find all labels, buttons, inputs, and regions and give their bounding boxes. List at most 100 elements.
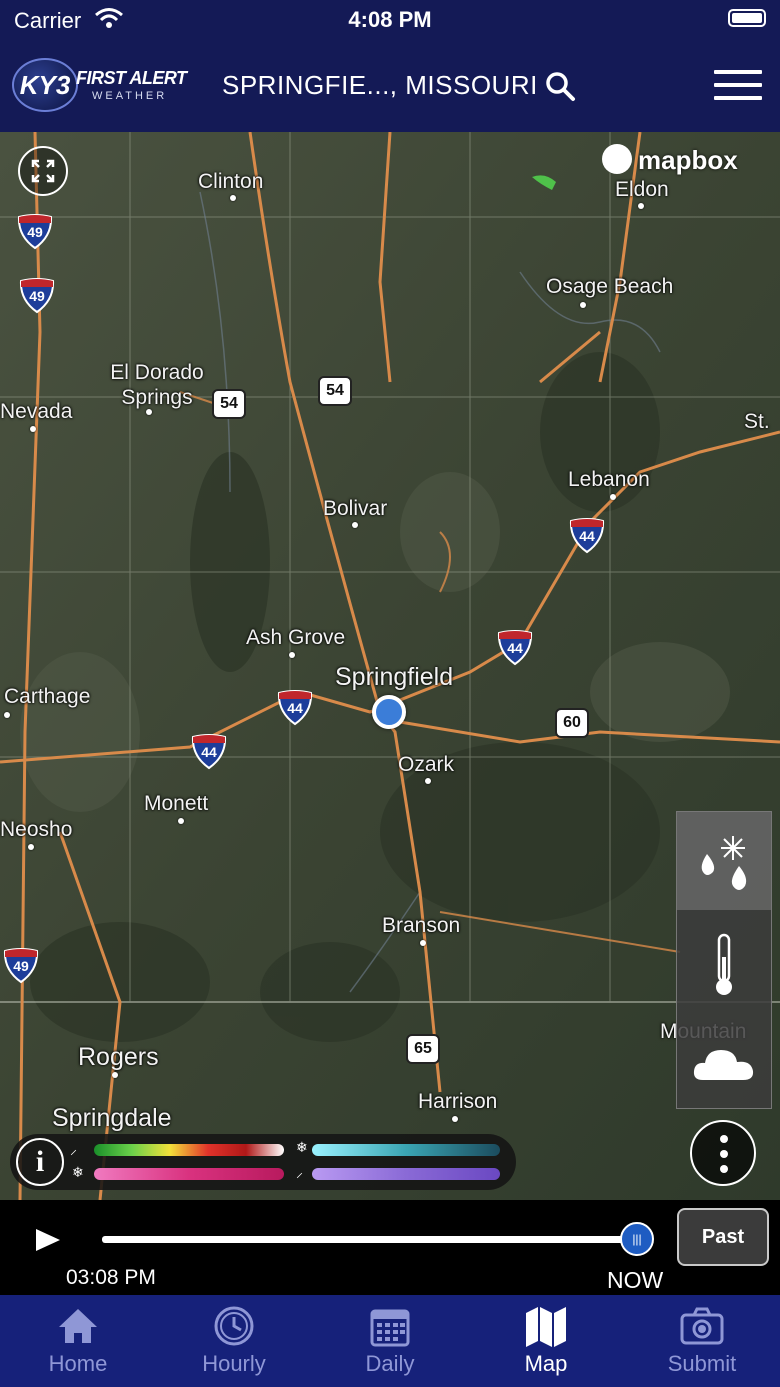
hamburger-menu-icon[interactable] — [714, 70, 762, 104]
city-label: El Dorado Springs — [110, 361, 204, 409]
user-location-marker[interactable] — [372, 695, 406, 729]
status-bar: Carrier 4:08 PM — [0, 0, 780, 40]
city-label: Branson — [382, 914, 461, 937]
snow-scale-bar — [312, 1144, 500, 1156]
fullscreen-toggle-button[interactable] — [18, 146, 68, 196]
shield-number: 44 — [507, 640, 523, 656]
interstate-shield: 44 — [496, 630, 534, 666]
radar-legend: i ⸝ ❄ ❄ ⸝ — [10, 1134, 516, 1190]
precipitation-layer-button[interactable] — [677, 812, 771, 910]
city-label: Springfield — [335, 663, 454, 691]
tab-daily[interactable]: Daily — [312, 1295, 468, 1387]
clock-time: 4:08 PM — [348, 7, 432, 32]
city-label: Nevada — [0, 400, 73, 423]
city-dot — [425, 778, 431, 784]
expand-icon — [31, 159, 55, 183]
layer-selector-panel — [676, 811, 772, 1109]
rain-scale-bar — [94, 1144, 284, 1156]
city-label: Neosho — [0, 818, 73, 841]
logo-brand: FIRST ALERT — [76, 68, 187, 88]
tab-submit[interactable]: Submit — [624, 1295, 780, 1387]
city-dot — [610, 494, 616, 500]
interstate-shield: 44 — [568, 518, 606, 554]
city-dot — [638, 203, 644, 209]
rain-icon: ⸝ — [70, 1141, 77, 1157]
city-dot — [30, 426, 36, 432]
tab-map[interactable]: Map — [468, 1295, 624, 1387]
more-options-button[interactable] — [690, 1120, 756, 1186]
timeline-slider[interactable] — [102, 1236, 638, 1243]
mix-scale-bar — [94, 1168, 284, 1180]
clouds-layer-button[interactable] — [677, 1010, 771, 1108]
city-label: Rogers — [78, 1043, 159, 1071]
city-label: Harrison — [418, 1090, 498, 1113]
shield-number: 49 — [29, 288, 45, 304]
battery-icon — [728, 9, 766, 27]
us-highway-shield: 65 — [406, 1034, 440, 1064]
interstate-shield: 49 — [16, 214, 54, 250]
city-dot — [420, 940, 426, 946]
mix-icon: ❄ — [72, 1164, 84, 1180]
info-icon[interactable]: i — [16, 1138, 64, 1186]
city-dot — [452, 1116, 458, 1122]
search-icon[interactable] — [544, 70, 576, 102]
city-dot — [28, 844, 34, 850]
city-label: Bolivar — [323, 497, 388, 520]
snow-icon: ❄ — [296, 1139, 308, 1155]
radar-map[interactable]: mapbox Clinton Eldon Osage Beach El Dora… — [0, 132, 780, 1200]
city-label: Ozark — [398, 753, 455, 776]
city-dot — [580, 302, 586, 308]
home-icon — [59, 1309, 97, 1343]
logo-sub: WEATHER — [92, 90, 168, 102]
city-dot — [352, 522, 358, 528]
mapbox-attribution[interactable]: mapbox — [602, 144, 738, 176]
interstate-shield: 44 — [190, 734, 228, 770]
map-icon — [526, 1307, 566, 1347]
tab-label: Map — [524, 1351, 568, 1376]
play-icon[interactable] — [30, 1225, 66, 1255]
city-label: Springdale — [52, 1104, 172, 1132]
city-dot — [146, 409, 152, 415]
precipitation-icon — [701, 836, 747, 890]
shield-number: 44 — [201, 744, 217, 760]
city-label: Clinton — [198, 170, 264, 193]
interstate-shield: 44 — [276, 690, 314, 726]
logo-badge: KY3 — [12, 58, 78, 112]
camera-icon — [680, 1307, 724, 1345]
tab-bar: Home Hourly Daily Map Submit — [0, 1295, 780, 1387]
shield-number: 49 — [13, 958, 29, 974]
temperature-layer-button[interactable] — [677, 911, 771, 1009]
interstate-shield: 49 — [2, 948, 40, 984]
city-label: Osage Beach — [546, 275, 674, 298]
city-dot — [230, 195, 236, 201]
location-title[interactable]: SPRINGFIE..., MISSOURI — [222, 70, 538, 101]
city-label: Eldon — [615, 178, 669, 201]
ky3-logo: KY3 FIRST ALERT WEATHER — [12, 58, 198, 114]
ice-scale-bar — [312, 1168, 500, 1180]
tab-hourly[interactable]: Hourly — [156, 1295, 312, 1387]
city-label: Carthage — [4, 685, 91, 708]
radar-timeline: ||| 03:08 PM NOW Past — [0, 1200, 780, 1295]
clock-icon — [214, 1306, 254, 1346]
calendar-icon — [370, 1309, 410, 1347]
ice-icon: ⸝ — [296, 1164, 303, 1180]
us-highway-shield: 60 — [555, 708, 589, 738]
timeline-slider-handle[interactable]: ||| — [620, 1222, 654, 1256]
city-label: Lebanon — [568, 468, 650, 491]
city-label: Monett — [144, 792, 209, 815]
city-label: Ash Grove — [246, 626, 346, 649]
past-toggle-button[interactable]: Past — [677, 1208, 769, 1266]
tab-label: Submit — [667, 1351, 737, 1376]
now-label: NOW — [607, 1267, 664, 1293]
tab-home[interactable]: Home — [0, 1295, 156, 1387]
us-highway-shield: 54 — [318, 376, 352, 406]
shield-number: 49 — [27, 224, 43, 240]
tab-label: Hourly — [202, 1351, 266, 1376]
city-dot — [289, 652, 295, 658]
tab-label: Daily — [365, 1351, 415, 1376]
mapbox-logo-icon — [602, 144, 632, 174]
thermometer-icon — [716, 933, 732, 995]
mapbox-label: mapbox — [638, 145, 738, 175]
city-label: St. — [744, 410, 770, 433]
past-time-label: 03:08 PM — [66, 1266, 156, 1289]
